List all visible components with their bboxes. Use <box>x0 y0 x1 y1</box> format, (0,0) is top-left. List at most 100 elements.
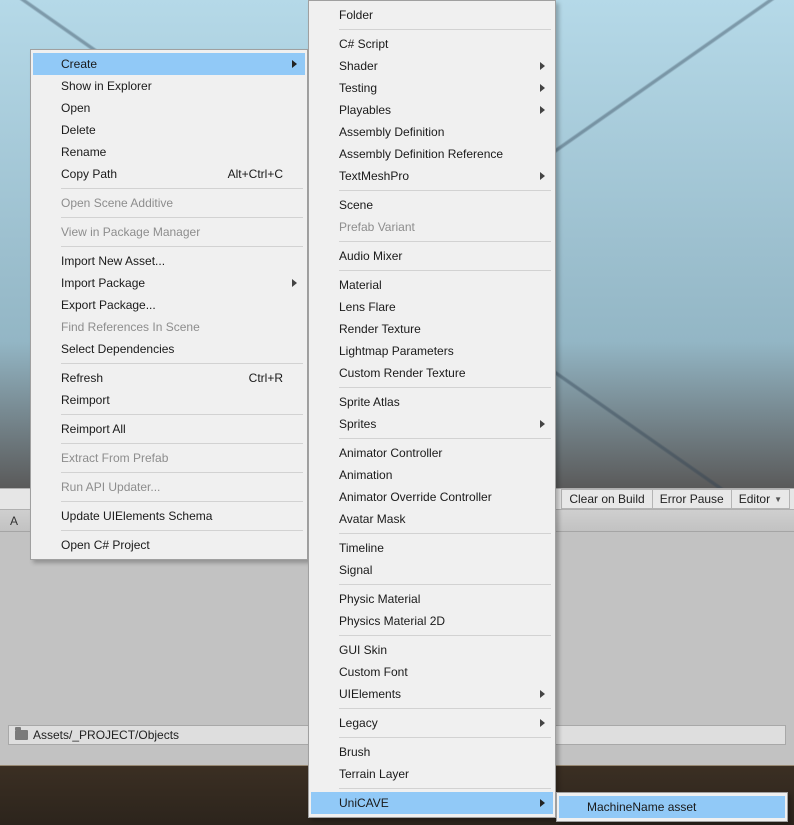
menu-item-show-in-explorer[interactable]: Show in Explorer <box>33 75 305 97</box>
menu-item-create[interactable]: Create <box>33 53 305 75</box>
menu-label: Import Package <box>61 276 145 290</box>
menu-separator <box>61 501 303 502</box>
menu-label: Physics Material 2D <box>339 614 445 628</box>
menu-label: Extract From Prefab <box>61 451 168 465</box>
menu-item-playables[interactable]: Playables <box>311 99 553 121</box>
menu-separator <box>339 737 551 738</box>
menu-separator <box>339 584 551 585</box>
menu-item-avatar-mask[interactable]: Avatar Mask <box>311 508 553 530</box>
menu-label: Copy Path <box>61 167 117 181</box>
menu-item-open-csharp-project[interactable]: Open C# Project <box>33 534 305 556</box>
folder-icon <box>15 730 28 740</box>
menu-item-unicave[interactable]: UniCAVE <box>311 792 553 814</box>
menu-item-import-package[interactable]: Import Package <box>33 272 305 294</box>
menu-label: Audio Mixer <box>339 249 402 263</box>
menu-label: UIElements <box>339 687 401 701</box>
menu-shortcut: Ctrl+R <box>229 371 283 385</box>
menu-item-uielements[interactable]: UIElements <box>311 683 553 705</box>
menu-item-legacy[interactable]: Legacy <box>311 712 553 734</box>
editor-dropdown[interactable]: Editor▼ <box>731 489 790 509</box>
menu-label: Open Scene Additive <box>61 196 173 210</box>
chevron-right-icon <box>540 719 545 727</box>
menu-label: Scene <box>339 198 373 212</box>
menu-item-sprites[interactable]: Sprites <box>311 413 553 435</box>
menu-item-material[interactable]: Material <box>311 274 553 296</box>
menu-label: Sprite Atlas <box>339 395 400 409</box>
menu-item-testing[interactable]: Testing <box>311 77 553 99</box>
menu-label: Delete <box>61 123 96 137</box>
menu-item-delete[interactable]: Delete <box>33 119 305 141</box>
menu-label: Prefab Variant <box>339 220 415 234</box>
menu-label: Brush <box>339 745 370 759</box>
menu-label: Reimport All <box>61 422 126 436</box>
menu-item-lightmap-parameters[interactable]: Lightmap Parameters <box>311 340 553 362</box>
context-menu-unicave: MachineName asset <box>556 792 788 822</box>
menu-label: Run API Updater... <box>61 480 160 494</box>
menu-item-animator-override-controller[interactable]: Animator Override Controller <box>311 486 553 508</box>
menu-label: Reimport <box>61 393 110 407</box>
menu-item-gui-skin[interactable]: GUI Skin <box>311 639 553 661</box>
menu-item-animator-controller[interactable]: Animator Controller <box>311 442 553 464</box>
menu-label: Terrain Layer <box>339 767 409 781</box>
menu-item-physics-material-2d[interactable]: Physics Material 2D <box>311 610 553 632</box>
menu-item-sprite-atlas[interactable]: Sprite Atlas <box>311 391 553 413</box>
menu-item-audio-mixer[interactable]: Audio Mixer <box>311 245 553 267</box>
menu-item-reimport-all[interactable]: Reimport All <box>33 418 305 440</box>
menu-item-open[interactable]: Open <box>33 97 305 119</box>
menu-item-reimport[interactable]: Reimport <box>33 389 305 411</box>
menu-separator <box>61 363 303 364</box>
menu-item-textmeshpro[interactable]: TextMeshPro <box>311 165 553 187</box>
menu-item-render-texture[interactable]: Render Texture <box>311 318 553 340</box>
menu-label: Testing <box>339 81 377 95</box>
menu-item-csharp-script[interactable]: C# Script <box>311 33 553 55</box>
menu-label: Update UIElements Schema <box>61 509 212 523</box>
menu-label: Create <box>61 57 97 71</box>
menu-label: Lightmap Parameters <box>339 344 454 358</box>
menu-item-select-dependencies[interactable]: Select Dependencies <box>33 338 305 360</box>
menu-label: Assembly Definition Reference <box>339 147 503 161</box>
menu-label: UniCAVE <box>339 796 389 810</box>
menu-item-scene[interactable]: Scene <box>311 194 553 216</box>
error-pause-button[interactable]: Error Pause <box>652 489 732 509</box>
context-menu-assets: Create Show in Explorer Open Delete Rena… <box>30 49 308 560</box>
menu-item-custom-render-texture[interactable]: Custom Render Texture <box>311 362 553 384</box>
menu-item-brush[interactable]: Brush <box>311 741 553 763</box>
menu-item-copy-path[interactable]: Copy Path Alt+Ctrl+C <box>33 163 305 185</box>
menu-item-assembly-definition-reference[interactable]: Assembly Definition Reference <box>311 143 553 165</box>
menu-item-machinename-asset[interactable]: MachineName asset <box>559 796 785 818</box>
menu-label: View in Package Manager <box>61 225 200 239</box>
chevron-right-icon <box>540 84 545 92</box>
menu-shortcut: Alt+Ctrl+C <box>208 167 283 181</box>
menu-label: Select Dependencies <box>61 342 174 356</box>
menu-item-view-in-package-manager: View in Package Manager <box>33 221 305 243</box>
chevron-right-icon <box>540 420 545 428</box>
menu-item-export-package[interactable]: Export Package... <box>33 294 305 316</box>
menu-label: Lens Flare <box>339 300 396 314</box>
menu-item-shader[interactable]: Shader <box>311 55 553 77</box>
menu-item-prefab-variant: Prefab Variant <box>311 216 553 238</box>
menu-item-assembly-definition[interactable]: Assembly Definition <box>311 121 553 143</box>
menu-label: Rename <box>61 145 106 159</box>
clear-on-build-button[interactable]: Clear on Build <box>561 489 652 509</box>
menu-separator <box>339 270 551 271</box>
chevron-right-icon <box>540 106 545 114</box>
menu-label: Assembly Definition <box>339 125 444 139</box>
menu-item-refresh[interactable]: Refresh Ctrl+R <box>33 367 305 389</box>
menu-item-signal[interactable]: Signal <box>311 559 553 581</box>
context-menu-create: Folder C# Script Shader Testing Playable… <box>308 0 556 818</box>
menu-label: Refresh <box>61 371 103 385</box>
menu-item-update-uielements-schema[interactable]: Update UIElements Schema <box>33 505 305 527</box>
menu-item-folder[interactable]: Folder <box>311 4 553 26</box>
menu-item-lens-flare[interactable]: Lens Flare <box>311 296 553 318</box>
menu-item-physic-material[interactable]: Physic Material <box>311 588 553 610</box>
chevron-right-icon <box>540 799 545 807</box>
menu-item-rename[interactable]: Rename <box>33 141 305 163</box>
chevron-right-icon <box>292 279 297 287</box>
breadcrumb-path: Assets/_PROJECT/Objects <box>33 728 179 742</box>
menu-item-timeline[interactable]: Timeline <box>311 537 553 559</box>
menu-item-import-new-asset[interactable]: Import New Asset... <box>33 250 305 272</box>
menu-item-custom-font[interactable]: Custom Font <box>311 661 553 683</box>
menu-item-terrain-layer[interactable]: Terrain Layer <box>311 763 553 785</box>
menu-item-animation[interactable]: Animation <box>311 464 553 486</box>
menu-label: Render Texture <box>339 322 421 336</box>
